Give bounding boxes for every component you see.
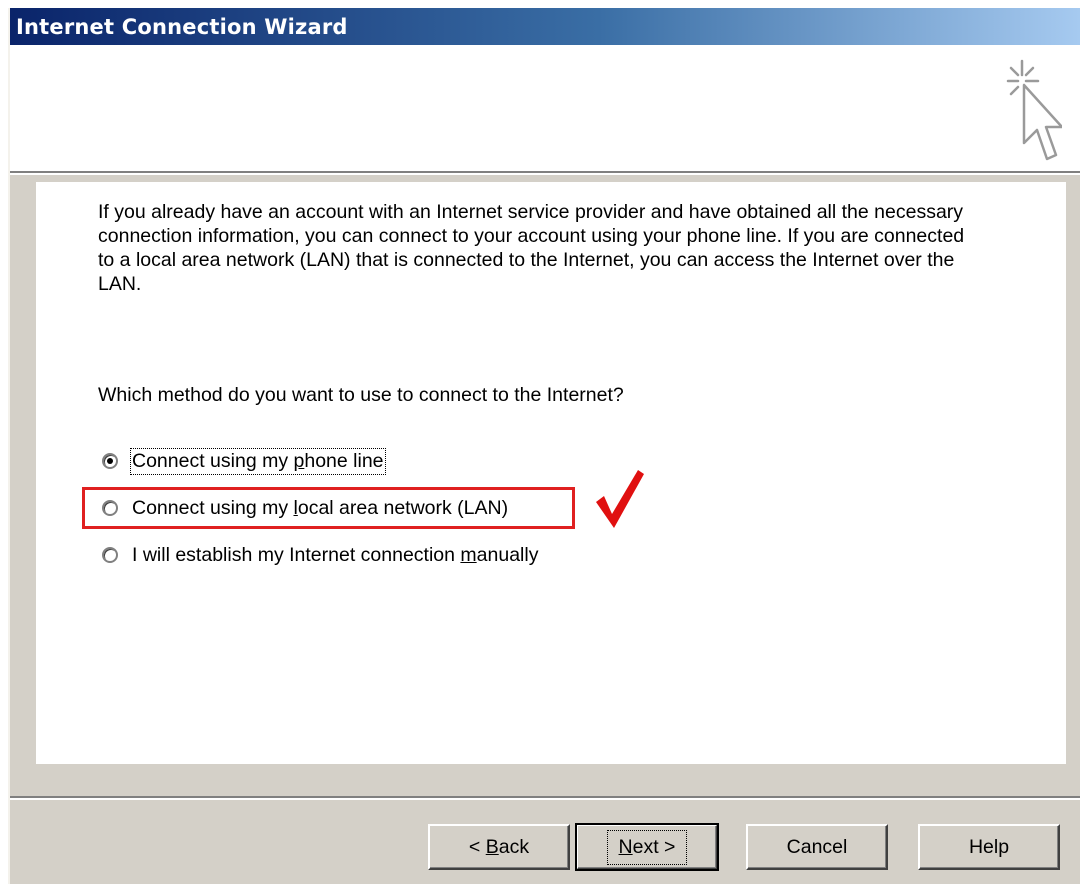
sparkle-cursor-icon	[1006, 59, 1062, 161]
help-button[interactable]: Help	[918, 824, 1060, 870]
option-manual[interactable]: I will establish my Internet connection …	[102, 540, 538, 570]
wizard-header	[10, 45, 1080, 175]
intro-text: If you already have an account with an I…	[98, 201, 965, 295]
next-button[interactable]: Next >	[575, 823, 719, 871]
option-phone-line-label[interactable]: Connect using my phone line	[130, 447, 386, 475]
red-checkmark-icon	[596, 470, 644, 528]
button-separator	[10, 796, 1080, 800]
question-text: Which method do you want to use to conne…	[98, 384, 624, 406]
radio-button-phone-line[interactable]	[102, 453, 118, 469]
lan-highlight-box	[82, 487, 575, 529]
back-button[interactable]: < Back	[428, 824, 570, 870]
content-panel: If you already have an account with an I…	[36, 182, 1066, 764]
cancel-button[interactable]: Cancel	[746, 824, 888, 870]
radio-button-manual[interactable]	[102, 547, 118, 563]
title-bar[interactable]: Internet Connection Wizard	[10, 8, 1080, 45]
window-title: Internet Connection Wizard	[16, 14, 348, 39]
wizard-window: Internet Connection Wizard If you alread…	[8, 8, 1080, 884]
option-phone-line[interactable]: Connect using my phone line	[102, 446, 386, 476]
option-manual-label[interactable]: I will establish my Internet connection …	[132, 544, 538, 567]
